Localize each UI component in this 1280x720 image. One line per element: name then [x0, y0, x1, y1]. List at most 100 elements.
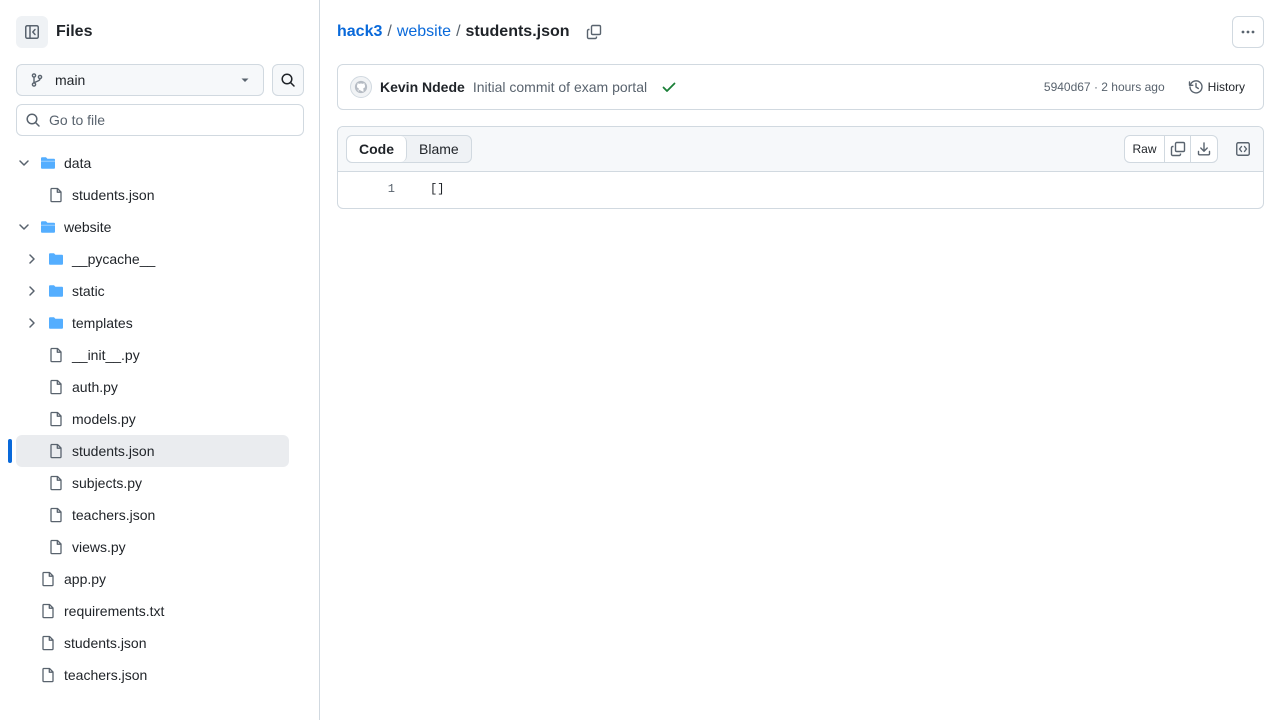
commit-author-link[interactable]: Kevin Ndede	[380, 79, 465, 95]
tree-file-item[interactable]: students.json	[16, 435, 289, 467]
tree-file-item[interactable]: auth.py	[16, 371, 289, 403]
file-icon	[48, 411, 64, 427]
tree-item-label: requirements.txt	[64, 603, 165, 619]
git-branch-icon	[31, 73, 43, 87]
tree-item-label: subjects.py	[72, 475, 143, 491]
tree-folder-item[interactable]: static	[16, 275, 289, 307]
tree-file-item[interactable]: views.py	[16, 531, 289, 563]
commit-message-link[interactable]: Initial commit of exam portal	[473, 79, 647, 95]
copy-icon	[586, 24, 601, 40]
search-code-button[interactable]	[272, 64, 304, 96]
folder-icon	[48, 251, 64, 267]
check-icon	[662, 82, 676, 92]
tab-code[interactable]: Code	[347, 136, 407, 162]
breadcrumb-folder-link[interactable]: website	[397, 23, 451, 41]
tree-folder-item[interactable]: data	[16, 147, 289, 179]
file-view-main: hack3 / website / students.json Kevin Nd…	[321, 0, 1280, 720]
download-icon	[1197, 142, 1211, 156]
tree-folder-item[interactable]: __pycache__	[16, 243, 289, 275]
sidebar-header: Files	[16, 16, 92, 48]
tree-file-item[interactable]: requirements.txt	[16, 595, 289, 627]
tree-folder-item[interactable]: website	[16, 211, 289, 243]
file-icon	[48, 379, 64, 395]
tree-item-label: __pycache__	[72, 251, 156, 267]
copy-icon	[1170, 141, 1185, 157]
tree-item-label: static	[72, 283, 105, 299]
branch-selector-button[interactable]: main	[16, 64, 264, 96]
tree-file-item[interactable]: teachers.json	[16, 499, 289, 531]
copy-raw-button[interactable]	[1165, 136, 1191, 162]
tree-file-item[interactable]: teachers.json	[16, 659, 289, 691]
code-view: 1 []	[338, 172, 1263, 208]
copy-path-button[interactable]	[584, 22, 604, 42]
tree-item-label: data	[64, 155, 92, 171]
tree-file-item[interactable]: students.json	[16, 627, 289, 659]
file-content-box: Code Blame Raw 1 []	[337, 126, 1264, 209]
breadcrumb-repo-link[interactable]: hack3	[337, 23, 382, 41]
chevron-down-icon[interactable]	[16, 219, 32, 235]
tree-file-item[interactable]: models.py	[16, 403, 289, 435]
tree-item-label: website	[64, 219, 112, 235]
chevron-down-icon[interactable]	[16, 155, 32, 171]
tree-item-label: __init__.py	[72, 347, 140, 363]
code-square-icon	[1236, 142, 1250, 156]
selected-indicator	[8, 439, 12, 463]
file-icon	[40, 635, 56, 651]
file-tree-sidebar: Files main data students.json website __pyc…	[0, 0, 320, 720]
tree-item-label: students.json	[64, 635, 147, 651]
tree-folder-item[interactable]: templates	[16, 307, 289, 339]
history-icon	[1188, 80, 1203, 94]
tree-file-item[interactable]: __init__.py	[16, 339, 289, 371]
file-actions-group: Raw	[1124, 135, 1218, 163]
file-icon	[48, 539, 64, 555]
commit-meta: 5940d67 · 2 hours ago History	[1044, 73, 1251, 101]
breadcrumb: hack3 / website / students.json	[337, 20, 604, 44]
tree-item-label: views.py	[72, 539, 126, 555]
sidebar-title: Files	[56, 23, 93, 40]
sidebar-collapse-icon	[25, 25, 39, 39]
tree-file-item[interactable]: subjects.py	[16, 467, 289, 499]
file-icon	[48, 347, 64, 363]
file-icon	[40, 571, 56, 587]
branch-name: main	[55, 72, 86, 88]
commit-sha-and-time[interactable]: 5940d67 · 2 hours ago	[1044, 80, 1165, 94]
breadcrumb-separator: /	[456, 23, 461, 40]
avatar[interactable]	[350, 76, 372, 98]
go-to-file-input[interactable]	[49, 112, 289, 128]
file-icon	[48, 443, 64, 459]
kebab-horizontal-icon	[1241, 30, 1255, 34]
download-raw-button[interactable]	[1191, 136, 1217, 162]
more-options-button[interactable]	[1232, 16, 1264, 48]
status-check-icon[interactable]	[661, 79, 677, 95]
tree-item-label: models.py	[72, 411, 136, 427]
collapse-sidebar-button[interactable]	[16, 16, 48, 48]
file-icon	[48, 187, 64, 203]
symbols-panel-button[interactable]	[1229, 135, 1257, 163]
tree-file-item[interactable]: app.py	[16, 563, 289, 595]
search-icon	[26, 113, 40, 127]
tree-item-label: app.py	[64, 571, 107, 587]
chevron-right-icon[interactable]	[24, 251, 40, 267]
history-button[interactable]: History	[1182, 73, 1251, 101]
tree-item-label: templates	[72, 315, 133, 331]
chevron-right-icon[interactable]	[24, 283, 40, 299]
github-mark-icon	[354, 80, 368, 94]
code-line: []	[430, 182, 445, 196]
line-number[interactable]: 1	[338, 182, 395, 196]
chevron-right-icon[interactable]	[24, 315, 40, 331]
file-icon	[40, 603, 56, 619]
file-icon	[40, 667, 56, 683]
history-label: History	[1207, 80, 1245, 94]
raw-button[interactable]: Raw	[1125, 136, 1165, 162]
file-icon	[48, 507, 64, 523]
file-toolbar: Code Blame Raw	[338, 127, 1263, 172]
search-icon	[281, 73, 295, 87]
tree-item-label: students.json	[72, 187, 155, 203]
tree-item-label: auth.py	[72, 379, 118, 395]
tab-blame[interactable]: Blame	[407, 136, 471, 162]
go-to-file-field[interactable]	[16, 104, 304, 136]
breadcrumb-current-file: students.json	[465, 23, 570, 40]
tree-file-item[interactable]: students.json	[16, 179, 289, 211]
folder-icon	[48, 283, 64, 299]
breadcrumb-separator: /	[387, 23, 392, 40]
